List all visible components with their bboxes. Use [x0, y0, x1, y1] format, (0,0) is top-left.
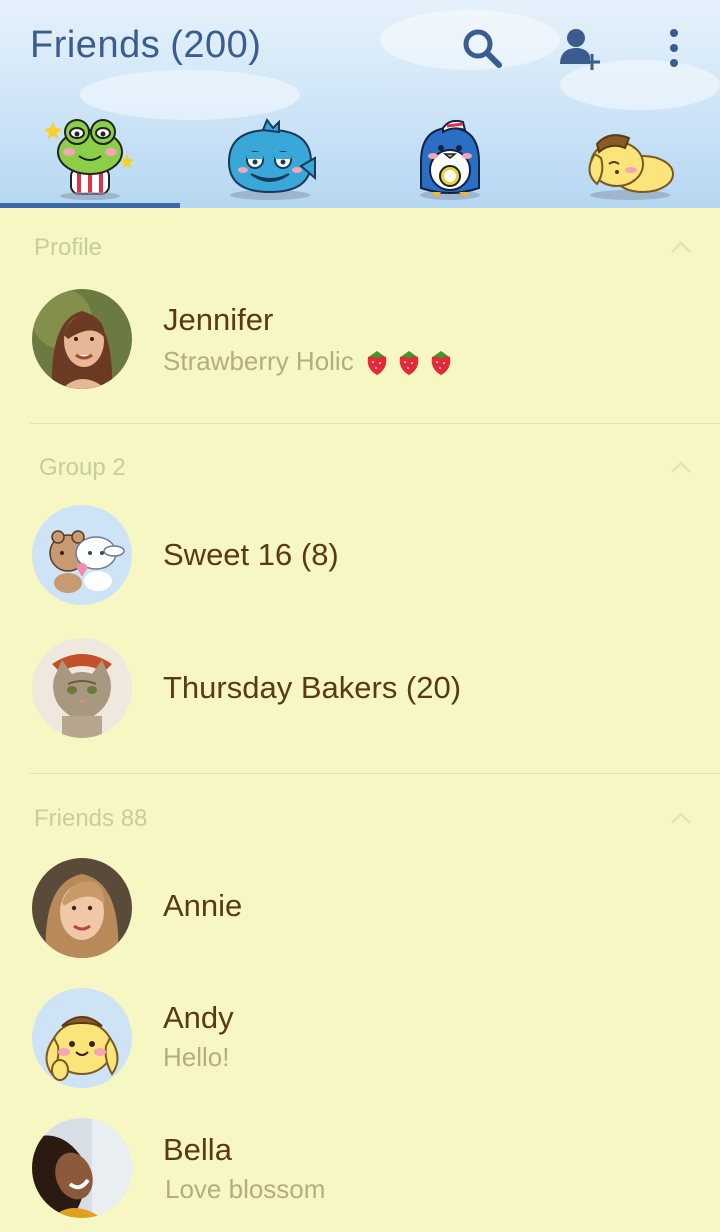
app-header: Friends (200): [0, 0, 720, 208]
avatar: [32, 858, 132, 958]
search-icon: [463, 29, 502, 68]
avatar: [32, 505, 132, 605]
section-divider: [30, 773, 720, 774]
page-title: Friends (200): [30, 24, 261, 67]
group-name: Sweet 16 (8): [163, 537, 339, 572]
avatar: [32, 638, 132, 738]
strawberry-icon: [399, 350, 419, 375]
add-friend-button[interactable]: [556, 24, 604, 72]
group-photo: [32, 638, 132, 738]
profile-section-header: Profile: [0, 210, 720, 270]
section-divider: [30, 423, 720, 424]
friend-name: Annie: [163, 888, 243, 923]
title-text: Friends: [30, 24, 161, 66]
friend-photo: [32, 858, 132, 958]
frog-character-tab[interactable]: [0, 96, 180, 208]
profile-name: Jennifer: [163, 302, 274, 337]
character-tabs: [0, 96, 720, 208]
friend-name: Bella: [163, 1132, 232, 1167]
section-title: Profile: [34, 234, 103, 261]
friends-section-header: Friends 88: [0, 781, 720, 841]
more-vertical-icon: [670, 29, 678, 67]
avatar: [32, 289, 132, 389]
profile-row[interactable]: Jennifer Strawberry Holic: [0, 280, 720, 400]
friend-name: Andy: [163, 1000, 234, 1035]
group-row[interactable]: Sweet 16 (8): [0, 495, 720, 615]
section-title: Friends 88: [34, 805, 148, 832]
penguin-character-icon: [420, 119, 480, 200]
frog-character-icon: [44, 119, 134, 200]
search-button[interactable]: [458, 24, 506, 72]
friend-row[interactable]: Annie: [0, 848, 720, 968]
add-friend-icon: [560, 29, 600, 70]
collapse-chevron-icon[interactable]: [670, 460, 692, 474]
collapse-chevron-icon[interactable]: [670, 811, 692, 825]
friend-photo: [32, 1118, 132, 1218]
avatar: [32, 1118, 132, 1218]
strawberry-icon: [367, 350, 387, 375]
profile-status: Strawberry Holic: [163, 346, 456, 377]
more-button[interactable]: [650, 24, 698, 72]
fish-character-icon: [227, 117, 316, 200]
friend-photo: [32, 988, 132, 1088]
section-title: Group 2: [39, 454, 126, 481]
friend-row[interactable]: Bella Love blossom: [0, 1110, 720, 1230]
status-text: Strawberry Holic: [163, 346, 354, 376]
strawberry-icon: [431, 350, 451, 375]
collapse-chevron-icon[interactable]: [670, 240, 692, 254]
group-section-header: Group 2: [0, 430, 720, 490]
group-name: Thursday Bakers (20): [163, 670, 462, 705]
friend-row[interactable]: Andy Hello!: [0, 978, 720, 1098]
fish-character-tab[interactable]: [180, 96, 360, 208]
penguin-character-tab[interactable]: [360, 96, 540, 208]
strawberry-emoji-group: [362, 347, 456, 377]
friend-status: Love blossom: [165, 1174, 326, 1204]
selected-tab-indicator: [0, 203, 180, 208]
friend-count: (200): [170, 24, 262, 66]
avatar: [32, 988, 132, 1088]
profile-photo: [32, 289, 132, 389]
group-photo: [32, 505, 132, 605]
puppy-character-tab[interactable]: [540, 96, 720, 208]
puppy-character-icon: [588, 134, 674, 200]
friend-status: Hello!: [163, 1042, 230, 1072]
group-row[interactable]: Thursday Bakers (20): [0, 628, 720, 748]
